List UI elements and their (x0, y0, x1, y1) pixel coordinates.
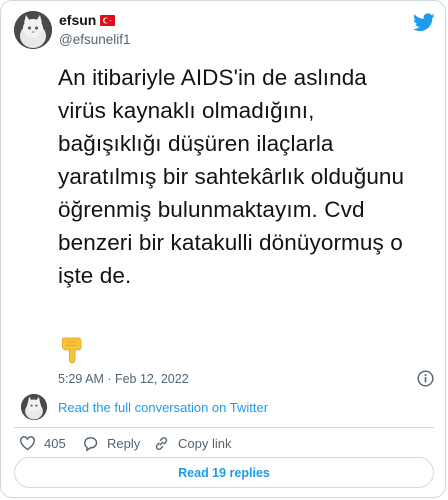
tweet-embed-card: efsun @efsunelif1 An itibariyle AIDS'in … (0, 0, 446, 498)
copy-link-button[interactable]: Copy link (153, 435, 231, 452)
heart-icon (20, 436, 35, 451)
read-replies-button[interactable]: Read 19 replies (14, 457, 434, 488)
info-icon[interactable] (417, 370, 434, 387)
author-display-name[interactable]: efsun (59, 12, 116, 28)
divider (14, 427, 434, 428)
author-handle[interactable]: @efsunelif1 (59, 32, 131, 47)
twitter-bird-icon[interactable] (413, 13, 435, 32)
reply-label: Reply (107, 436, 141, 451)
tweet-text-line: bağışıklığı düşüren ilaçlarla (58, 131, 334, 156)
reply-button[interactable]: Reply (82, 435, 140, 452)
tweet-text-line: işte de. (58, 263, 132, 288)
reply-icon (84, 437, 98, 452)
tweet-text-line: öğrenmiş bulunmaktayım. Cvd (58, 197, 365, 222)
author-avatar[interactable] (14, 11, 52, 49)
tweet-text: An itibariyle AIDS'in de aslında virüs k… (58, 61, 438, 292)
backhand-pointing-down-icon (61, 337, 82, 364)
author-name-text: efsun (59, 12, 97, 28)
tweet-text-line: benzeri bir katakulli dönüyormuş o (58, 230, 403, 255)
link-icon (155, 437, 168, 450)
tweet-text-line: yaratılmış bir sahtekârlık olduğunu (58, 164, 405, 189)
turkey-flag-icon (100, 14, 116, 26)
conversation-avatar[interactable] (21, 394, 47, 420)
like-count: 405 (44, 436, 66, 451)
read-replies-label: Read 19 replies (178, 465, 270, 480)
tweet-text-line: virüs kaynaklı olmadığını, (58, 98, 315, 123)
like-button[interactable]: 405 (19, 435, 66, 452)
tweet-timestamp[interactable]: 5:29 AM · Feb 12, 2022 (58, 372, 189, 386)
copy-link-label: Copy link (178, 436, 232, 451)
read-conversation-link[interactable]: Read the full conversation on Twitter (58, 400, 268, 415)
tweet-text-line: An itibariyle AIDS'in de aslında (58, 65, 367, 90)
